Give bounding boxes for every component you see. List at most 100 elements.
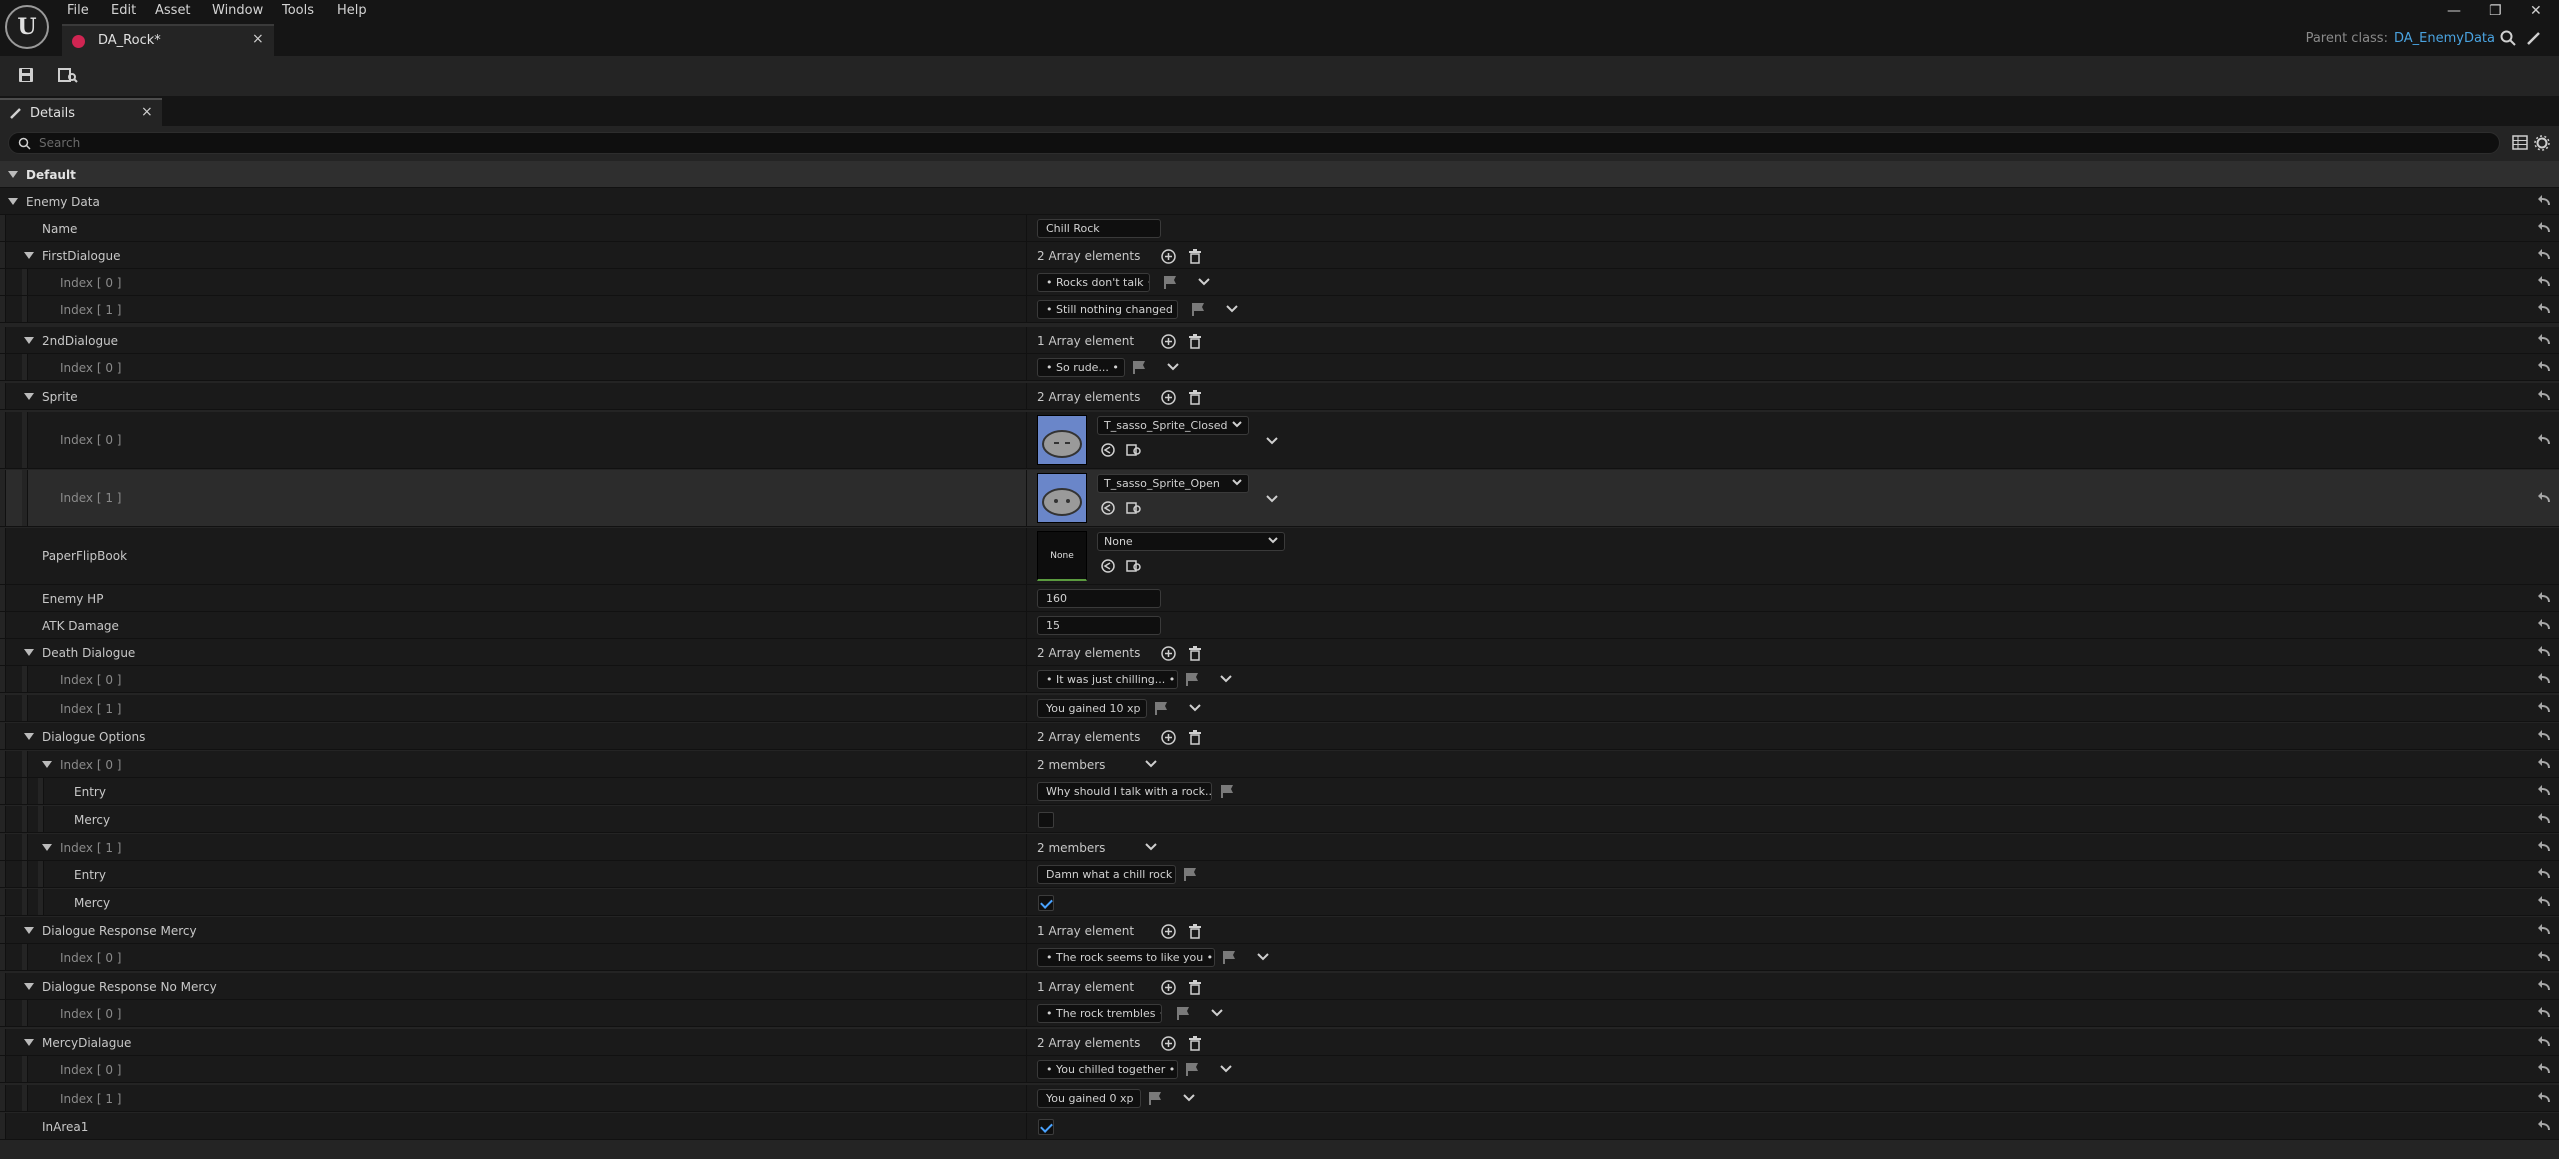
prop-death-dialogue[interactable]: Death Dialogue 2 Array elements: [0, 639, 2559, 666]
reset-arrow-icon[interactable]: [2538, 1119, 2552, 1133]
reset-arrow-icon[interactable]: [2538, 1062, 2552, 1076]
browse-asset-icon[interactable]: [58, 67, 78, 83]
prop-sprite[interactable]: Sprite 2 Array elements: [0, 383, 2559, 410]
use-selected-asset-icon[interactable]: [1101, 559, 1115, 573]
prop-dialogue-options[interactable]: Dialogue Options 2 Array elements: [0, 723, 2559, 750]
localization-flag-icon[interactable]: [1154, 701, 1168, 715]
text-field[interactable]: You gained 0 xp: [1037, 1089, 1141, 1108]
reset-arrow-icon[interactable]: [2538, 275, 2552, 289]
add-element-icon[interactable]: [1161, 924, 1176, 939]
struct-item[interactable]: Index [ 0 ] 2 members: [0, 751, 2559, 778]
browse-asset-icon[interactable]: [1126, 501, 1142, 515]
chevron-down-icon[interactable]: [1189, 703, 1201, 713]
reset-arrow-icon[interactable]: [2538, 491, 2552, 505]
localization-flag-icon[interactable]: [1163, 275, 1177, 289]
collapse-arrow-icon[interactable]: [24, 1039, 34, 1046]
collapse-arrow-icon[interactable]: [42, 761, 52, 768]
prop-2nd-dialogue[interactable]: 2ndDialogue 1 Array element: [0, 327, 2559, 354]
struct-enemy-data[interactable]: Enemy Data: [0, 188, 2559, 215]
localization-flag-icon[interactable]: [1185, 672, 1199, 686]
reset-arrow-icon[interactable]: [2538, 194, 2552, 208]
tab-details[interactable]: Details ×: [0, 98, 162, 126]
in-area-checkbox[interactable]: [1038, 1119, 1054, 1135]
collapse-arrow-icon[interactable]: [24, 252, 34, 259]
reset-arrow-icon[interactable]: [2538, 950, 2552, 964]
text-field[interactable]: You gained 10 xp: [1037, 699, 1147, 718]
reset-arrow-icon[interactable]: [2538, 221, 2552, 235]
chevron-down-icon[interactable]: [1266, 494, 1278, 504]
asset-dropdown[interactable]: T_sasso_Sprite_Closed: [1097, 416, 1249, 435]
collapse-arrow-icon[interactable]: [24, 649, 34, 656]
parent-class-link[interactable]: DA_EnemyData: [2394, 31, 2495, 46]
collapse-arrow-icon[interactable]: [24, 733, 34, 740]
add-element-icon[interactable]: [1161, 980, 1176, 995]
reset-arrow-icon[interactable]: [2538, 672, 2552, 686]
reset-arrow-icon[interactable]: [2538, 701, 2552, 715]
search-icon[interactable]: [2500, 30, 2516, 46]
menu-asset[interactable]: Asset: [155, 3, 191, 18]
restore-icon[interactable]: ❐: [2489, 3, 2502, 19]
reset-arrow-icon[interactable]: [2538, 333, 2552, 347]
trash-icon[interactable]: [1188, 980, 1202, 995]
localization-flag-icon[interactable]: [1132, 360, 1146, 374]
number-field[interactable]: 15: [1037, 616, 1161, 635]
chevron-down-icon[interactable]: [1198, 277, 1210, 287]
prop-dialogue-response-mercy[interactable]: Dialogue Response Mercy 1 Array element: [0, 917, 2559, 944]
text-field[interactable]: • It was just chilling... •: [1037, 670, 1178, 689]
text-field[interactable]: • Rocks don't talk •: [1037, 273, 1150, 292]
search-input[interactable]: Search: [8, 132, 2500, 154]
browse-asset-icon[interactable]: [1126, 559, 1142, 573]
chevron-down-icon[interactable]: [1226, 304, 1238, 314]
add-element-icon[interactable]: [1161, 334, 1176, 349]
reset-arrow-icon[interactable]: [2538, 1091, 2552, 1105]
reset-arrow-icon[interactable]: [2538, 389, 2552, 403]
trash-icon[interactable]: [1188, 390, 1202, 405]
prop-first-dialogue[interactable]: FirstDialogue 2 Array elements: [0, 242, 2559, 269]
text-field[interactable]: • You chilled together •: [1037, 1060, 1178, 1079]
menu-window[interactable]: Window: [212, 3, 263, 18]
chevron-down-icon[interactable]: [1145, 842, 1157, 852]
reset-arrow-icon[interactable]: [2538, 591, 2552, 605]
collapse-arrow-icon[interactable]: [24, 337, 34, 344]
prop-dialogue-response-no-mercy[interactable]: Dialogue Response No Mercy 1 Array eleme…: [0, 973, 2559, 1000]
reset-arrow-icon[interactable]: [2538, 248, 2552, 262]
collapse-arrow-icon[interactable]: [24, 393, 34, 400]
trash-icon[interactable]: [1188, 646, 1202, 661]
add-element-icon[interactable]: [1161, 646, 1176, 661]
chevron-down-icon[interactable]: [1220, 674, 1232, 684]
asset-dropdown[interactable]: None: [1097, 532, 1285, 551]
reset-arrow-icon[interactable]: [2538, 1006, 2552, 1020]
close-window-icon[interactable]: ✕: [2530, 3, 2542, 19]
trash-icon[interactable]: [1188, 249, 1202, 264]
reset-arrow-icon[interactable]: [2538, 360, 2552, 374]
table-view-icon[interactable]: [2512, 135, 2528, 151]
name-field[interactable]: Chill Rock: [1037, 219, 1161, 238]
text-field[interactable]: • The rock trembles •: [1037, 1004, 1162, 1023]
chevron-down-icon[interactable]: [1257, 952, 1269, 962]
text-field[interactable]: • Still nothing changed •: [1037, 300, 1178, 319]
sprite-thumbnail[interactable]: [1037, 473, 1087, 523]
reset-arrow-icon[interactable]: [2538, 645, 2552, 659]
settings-gear-icon[interactable]: [2534, 135, 2550, 151]
reset-arrow-icon[interactable]: [2538, 1035, 2552, 1049]
text-field[interactable]: Damn what a chill rock: [1037, 865, 1176, 884]
menu-help[interactable]: Help: [337, 3, 367, 18]
browse-asset-icon[interactable]: [1126, 443, 1142, 457]
trash-icon[interactable]: [1188, 1036, 1202, 1051]
collapse-arrow-icon[interactable]: [8, 198, 18, 205]
reset-arrow-icon[interactable]: [2538, 757, 2552, 771]
mercy-checkbox[interactable]: [1038, 895, 1054, 911]
flipbook-thumbnail[interactable]: None: [1037, 531, 1087, 581]
reset-arrow-icon[interactable]: [2538, 729, 2552, 743]
struct-item[interactable]: Index [ 1 ] 2 members: [0, 834, 2559, 861]
localization-flag-icon[interactable]: [1148, 1091, 1162, 1105]
add-element-icon[interactable]: [1161, 249, 1176, 264]
reset-arrow-icon[interactable]: [2538, 784, 2552, 798]
minimize-icon[interactable]: —: [2447, 3, 2461, 19]
use-selected-asset-icon[interactable]: [1101, 443, 1115, 457]
add-element-icon[interactable]: [1161, 1036, 1176, 1051]
sprite-thumbnail[interactable]: [1037, 415, 1087, 465]
localization-flag-icon[interactable]: [1176, 1006, 1190, 1020]
chevron-down-icon[interactable]: [1220, 1064, 1232, 1074]
chevron-down-icon[interactable]: [1266, 436, 1278, 446]
